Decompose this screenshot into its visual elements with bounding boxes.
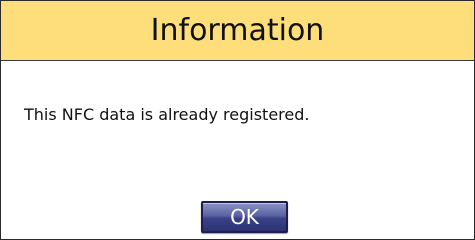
ok-button-label: OK	[230, 205, 259, 229]
dialog-message: This NFC data is already registered.	[24, 105, 310, 124]
information-dialog: Information This NFC data is already reg…	[0, 0, 475, 240]
dialog-title: Information	[150, 12, 325, 48]
ok-button[interactable]: OK	[201, 201, 288, 233]
dialog-title-bar: Information	[1, 1, 474, 61]
